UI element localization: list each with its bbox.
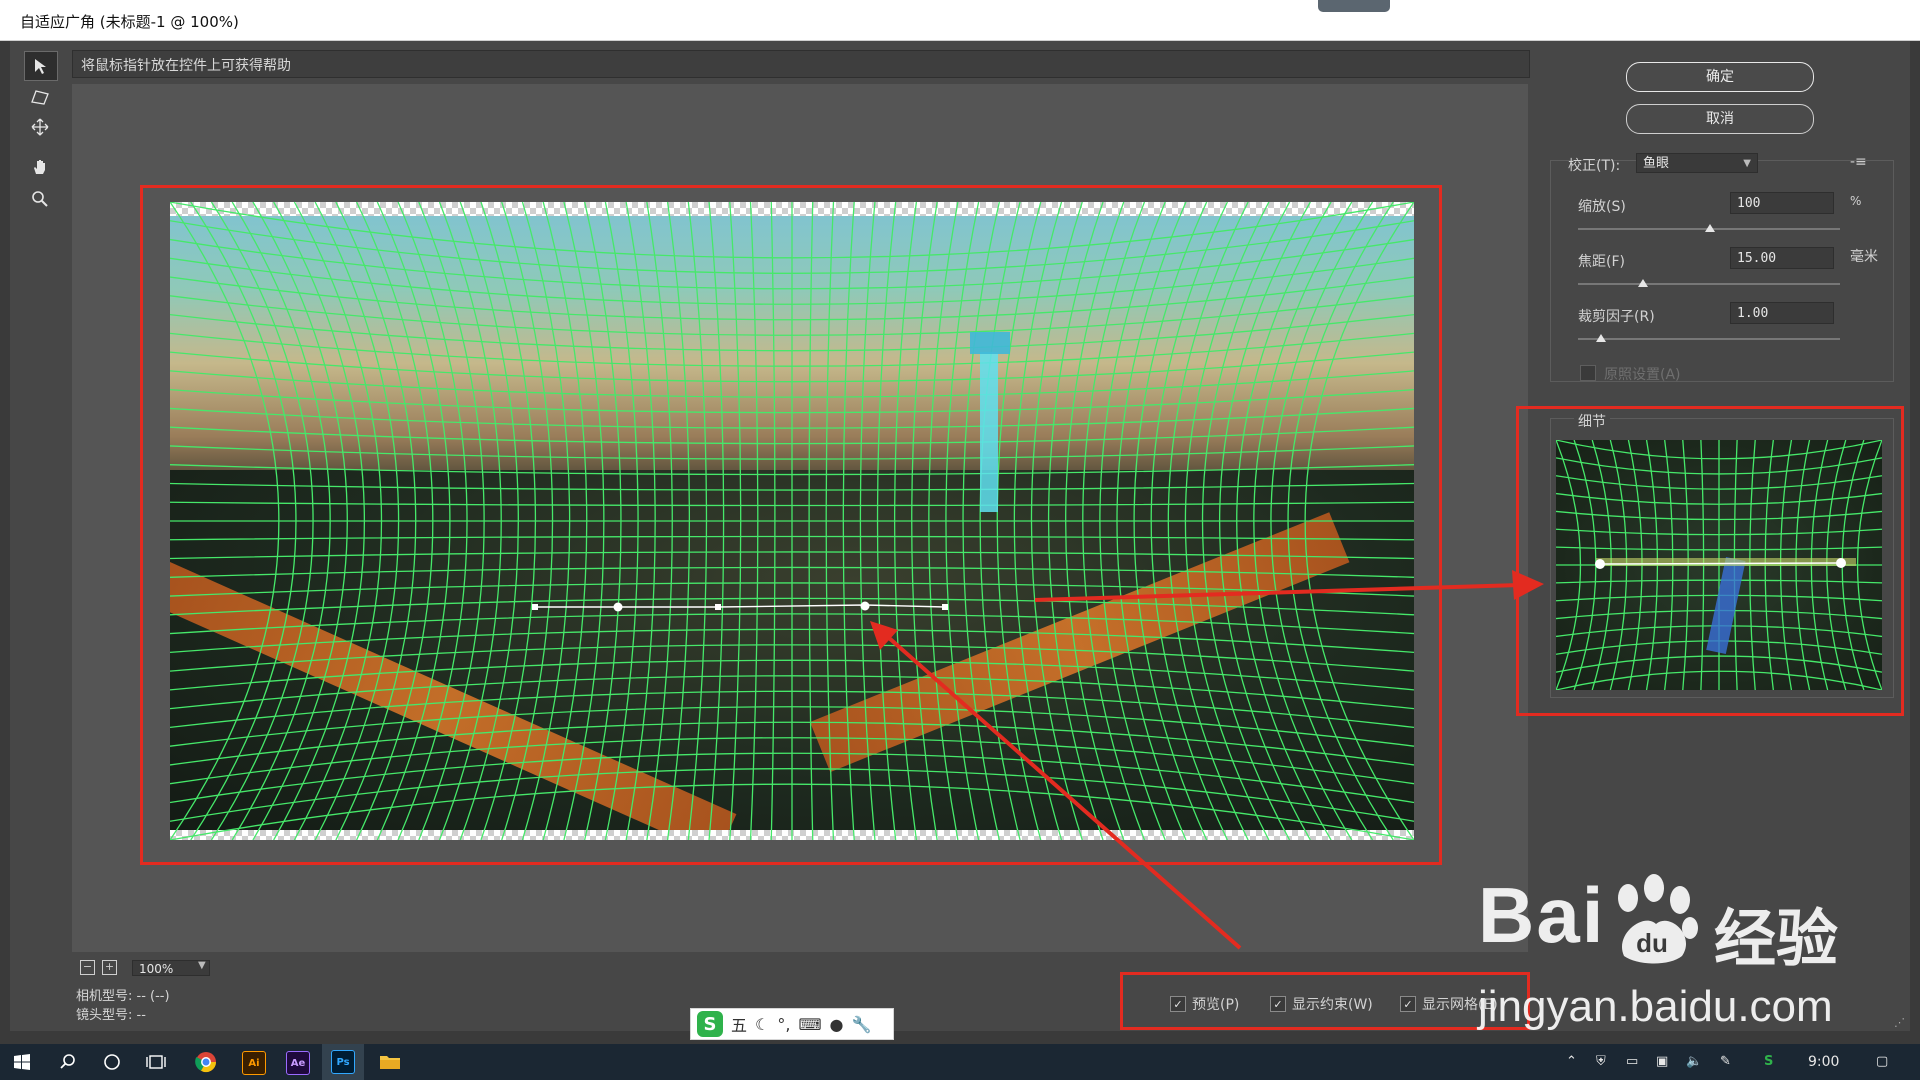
zoom-chevron-down-icon[interactable]: ▼ xyxy=(198,960,206,971)
chrome-icon[interactable] xyxy=(192,1048,220,1076)
half-width-moon-icon[interactable]: ☾ xyxy=(755,1015,769,1034)
zoom-out-icon[interactable]: − xyxy=(80,960,95,975)
taskbar: Ai Ae Ps ⌃ ⛨ ▭ ▣ 🔈 ✎ S 9:00 ▢ xyxy=(0,1044,1920,1080)
zoom-value: 100% xyxy=(139,962,174,976)
after-effects-icon[interactable]: Ae xyxy=(286,1051,310,1075)
ime-toolbar[interactable]: S 五 ☾ °, ⌨ ● 🔧 xyxy=(690,1008,894,1040)
zoom-in-icon[interactable]: + xyxy=(102,960,117,975)
punctuation-icon[interactable]: °, xyxy=(777,1015,790,1034)
task-view-icon[interactable] xyxy=(142,1048,170,1076)
ime-mode[interactable]: 五 xyxy=(731,1012,747,1036)
sogou-tray-icon[interactable]: S xyxy=(1764,1054,1773,1069)
photoshop-icon: Ps xyxy=(331,1050,355,1074)
network-icon[interactable]: ▣ xyxy=(1656,1054,1668,1069)
camera-model: 相机型号: -- (--) xyxy=(76,989,170,1004)
lens-model: 镜头型号: -- xyxy=(76,1008,146,1023)
keyboard-icon[interactable]: ⌨ xyxy=(798,1015,821,1034)
notification-icon[interactable]: ▢ xyxy=(1876,1054,1888,1069)
baidu-watermark: du Bai 经验 jingyan.baidu.com xyxy=(1478,870,1918,1040)
tray-expand-icon[interactable]: ⌃ xyxy=(1566,1054,1577,1069)
wrench-icon[interactable]: 🔧 xyxy=(852,1015,872,1034)
baidu-paw-logo: du xyxy=(1618,874,1698,964)
watermark-brand: Bai xyxy=(1478,871,1606,959)
pen-icon[interactable]: ✎ xyxy=(1720,1054,1731,1069)
illustrator-icon[interactable]: Ai xyxy=(242,1051,266,1075)
file-explorer-icon[interactable] xyxy=(376,1048,404,1076)
windows-start-icon[interactable] xyxy=(8,1048,36,1076)
search-icon[interactable] xyxy=(54,1048,82,1076)
defender-shield-icon[interactable]: ⛨ xyxy=(1596,1054,1606,1069)
preview-checkbox[interactable]: ✓ xyxy=(1170,996,1186,1012)
show-constraints-label: 显示约束(W) xyxy=(1292,997,1373,1013)
preview-label: 预览(P) xyxy=(1192,997,1240,1013)
user-icon[interactable]: ● xyxy=(830,1015,844,1034)
photoshop-taskbar-active[interactable]: Ps xyxy=(322,1044,364,1080)
sogou-logo-icon: S xyxy=(697,1011,723,1037)
svg-text:du: du xyxy=(1636,928,1668,958)
cortana-icon[interactable] xyxy=(98,1048,126,1076)
watermark-url: jingyan.baidu.com xyxy=(1478,982,1833,1031)
show-constraints-checkbox[interactable]: ✓ xyxy=(1270,996,1286,1012)
clock[interactable]: 9:00 xyxy=(1808,1054,1839,1070)
watermark-brand2: 经验 xyxy=(1714,902,1839,975)
show-mesh-checkbox[interactable]: ✓ xyxy=(1400,996,1416,1012)
volume-icon[interactable]: 🔈 xyxy=(1686,1054,1702,1069)
battery-icon[interactable]: ▭ xyxy=(1626,1054,1638,1069)
